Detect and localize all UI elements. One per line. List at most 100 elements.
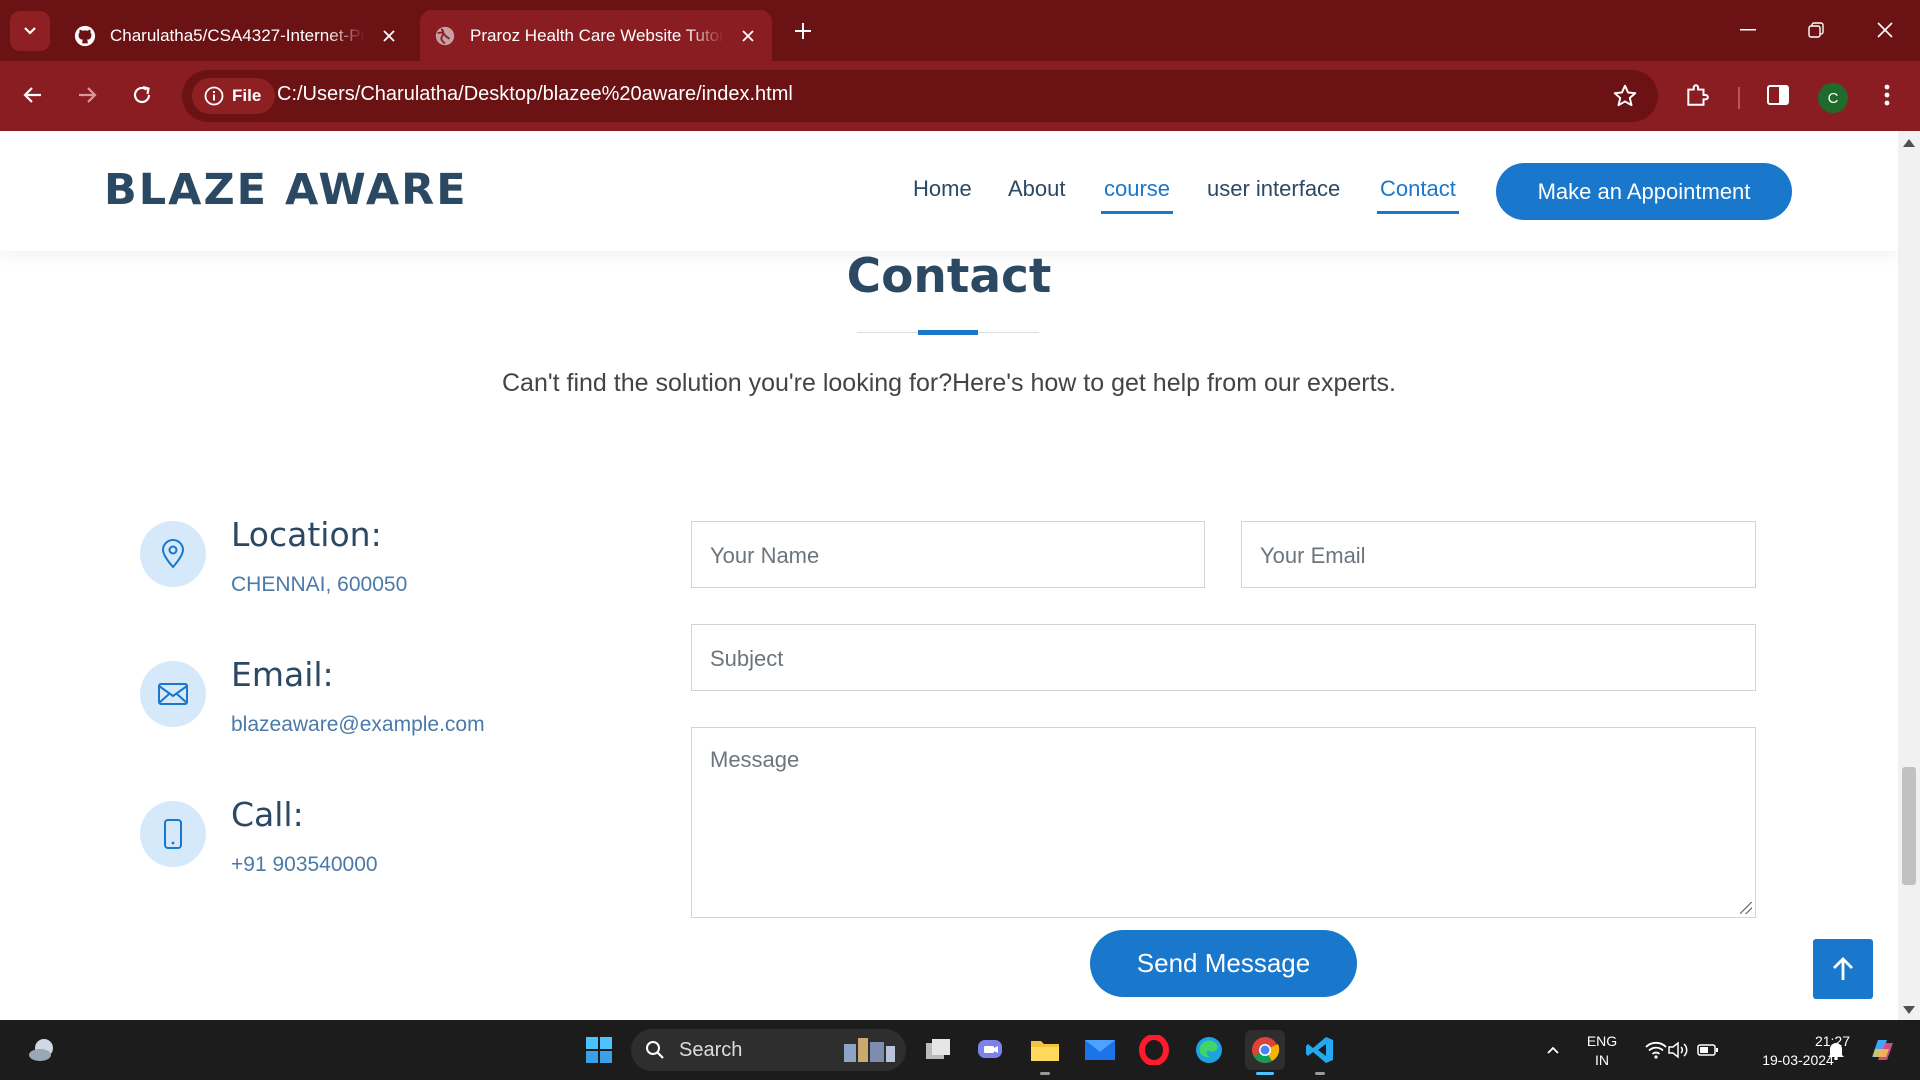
bell-icon: [1828, 1043, 1844, 1060]
info-heading: Location:: [231, 515, 382, 554]
weather-widget[interactable]: [22, 1030, 62, 1070]
more-vertical-icon: [1884, 84, 1890, 106]
running-indicator: [1315, 1072, 1325, 1075]
section-subtitle: Can't find the solution you're looking f…: [502, 369, 1396, 397]
vscode-icon: [1306, 1037, 1333, 1063]
file-explorer-app[interactable]: [1025, 1030, 1065, 1070]
side-panel-icon: [1767, 85, 1789, 105]
info-value[interactable]: +91 903540000: [231, 853, 378, 877]
resize-handle[interactable]: [1740, 902, 1752, 914]
address-bar[interactable]: File C:/Users/Charulatha/Desktop/blazee%…: [182, 70, 1658, 122]
extensions-button[interactable]: [1679, 77, 1715, 113]
opera-app[interactable]: [1134, 1030, 1174, 1070]
scroll-thumb[interactable]: [1902, 767, 1916, 885]
new-tab-button[interactable]: [786, 14, 820, 48]
forward-button[interactable]: [67, 75, 107, 115]
arrow-up-icon: [1833, 957, 1853, 980]
nav-home[interactable]: Home: [913, 176, 972, 202]
browser-toolbar: File C:/Users/Charulatha/Desktop/blazee%…: [0, 61, 1920, 131]
back-to-top-button[interactable]: [1813, 939, 1873, 999]
restore-button[interactable]: [1793, 10, 1839, 50]
search-label: Search: [679, 1038, 743, 1061]
task-view-icon: [926, 1039, 950, 1059]
close-tab-icon[interactable]: [379, 26, 399, 46]
profile-avatar[interactable]: C: [1818, 83, 1848, 113]
active-indicator: [1256, 1072, 1274, 1075]
make-appointment-button[interactable]: Make an Appointment: [1496, 163, 1792, 220]
chip-label: File: [232, 86, 262, 105]
taskbar-search[interactable]: Search: [631, 1029, 906, 1071]
close-icon: [1877, 22, 1893, 38]
nav-user-interface[interactable]: user interface: [1207, 176, 1340, 202]
title-accent-bar: [918, 330, 978, 335]
site-info-chip[interactable]: File: [192, 78, 276, 114]
chrome-app[interactable]: [1245, 1030, 1285, 1070]
reload-button[interactable]: [122, 75, 162, 115]
nav-course[interactable]: course: [1100, 176, 1174, 214]
message-placeholder: Message: [710, 747, 800, 772]
subject-input[interactable]: Subject: [691, 624, 1756, 691]
search-highlight-icon: [844, 1038, 895, 1062]
envelope-icon: [140, 661, 206, 727]
info-value[interactable]: blazeaware@example.com: [231, 713, 485, 737]
browser-tab-strip: Charulatha5/CSA4327-Internet-Programming…: [0, 0, 1920, 61]
copilot-icon: [1872, 1040, 1893, 1060]
back-button[interactable]: [13, 75, 53, 115]
puzzle-icon: [1687, 84, 1709, 106]
phone-icon: [140, 801, 206, 867]
tab-search-button[interactable]: [10, 11, 50, 51]
info-heading: Call:: [231, 795, 304, 834]
browser-menu-button[interactable]: [1869, 77, 1905, 113]
windows-icon: [586, 1037, 612, 1063]
tab-praroz[interactable]: Praroz Health Care Website Tutorial: [420, 10, 772, 61]
tab-github[interactable]: Charulatha5/CSA4327-Internet-Programming: [60, 10, 415, 61]
message-textarea[interactable]: Message: [691, 727, 1756, 918]
tab-title: Praroz Health Care Website Tutorial: [470, 25, 725, 45]
close-window-button[interactable]: [1862, 10, 1908, 50]
mail-app[interactable]: [1080, 1030, 1120, 1070]
minimize-icon: [1740, 29, 1756, 31]
url-text[interactable]: C:/Users/Charulatha/Desktop/blazee%20awa…: [277, 83, 793, 106]
language-indicator[interactable]: ENG IN: [1580, 1032, 1624, 1070]
info-heading: Email:: [231, 655, 334, 694]
map-pin-icon: [140, 521, 206, 587]
scroll-down-arrow-icon[interactable]: [1903, 1006, 1915, 1014]
edge-icon: [1196, 1037, 1222, 1063]
github-icon: [74, 25, 96, 46]
show-hidden-icons-button[interactable]: [1533, 1030, 1573, 1070]
task-view-button[interactable]: [918, 1030, 958, 1070]
mail-icon: [1085, 1040, 1115, 1060]
name-input[interactable]: Your Name: [691, 521, 1205, 588]
copilot-button[interactable]: [1862, 1030, 1902, 1070]
cloud-moon-icon: [29, 1039, 53, 1061]
site-logo[interactable]: BLAZE AWARE: [104, 165, 468, 215]
scroll-up-arrow-icon[interactable]: [1903, 139, 1915, 147]
email-input[interactable]: Your Email: [1241, 521, 1756, 588]
search-icon: [646, 1041, 664, 1059]
battery-icon: [1697, 1044, 1718, 1056]
teams-app[interactable]: [971, 1030, 1011, 1070]
info-value: CHENNAI, 600050: [231, 573, 408, 596]
page-scrollbar[interactable]: [1898, 131, 1920, 1020]
speaker-icon: [1668, 1041, 1688, 1059]
nav-about[interactable]: About: [1008, 176, 1066, 202]
notifications-button[interactable]: [1816, 1030, 1856, 1070]
minimize-button[interactable]: [1725, 10, 1771, 50]
chevron-down-icon: [24, 27, 36, 35]
nav-contact[interactable]: Contact: [1377, 176, 1459, 214]
side-panel-button[interactable]: [1760, 77, 1796, 113]
edge-app[interactable]: [1189, 1030, 1229, 1070]
windows-taskbar: Search ENG IN 21:27 19-03-2024: [0, 1020, 1920, 1080]
close-tab-icon[interactable]: [738, 26, 758, 46]
reload-icon: [133, 85, 151, 104]
page-viewport: BLAZE AWARE Home About course user inter…: [0, 131, 1898, 1020]
battery-status[interactable]: [1688, 1030, 1728, 1070]
bookmark-star-icon[interactable]: [1612, 83, 1638, 114]
lang-label: ENG: [1586, 1033, 1618, 1049]
running-indicator: [1040, 1072, 1050, 1075]
send-message-button[interactable]: Send Message: [1090, 930, 1357, 997]
chrome-icon: [1252, 1037, 1280, 1063]
vscode-app[interactable]: [1300, 1030, 1340, 1070]
start-button[interactable]: [579, 1030, 619, 1070]
chevron-up-icon: [1547, 1046, 1559, 1054]
